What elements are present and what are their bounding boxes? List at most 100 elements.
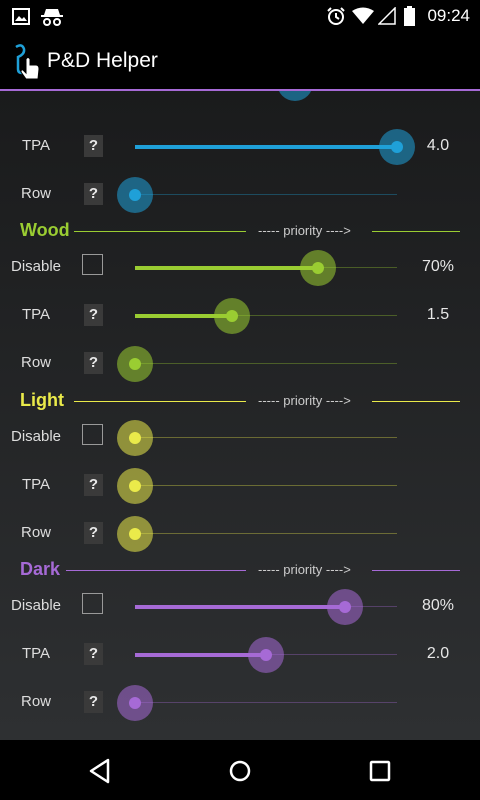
dark-disable-slider-thumb[interactable]	[338, 601, 351, 613]
setting-row-fire-tpa: TPA? 4.0	[0, 127, 480, 167]
section-divider-left	[66, 570, 246, 571]
priority-label-light: ----- priority ---->	[258, 393, 351, 408]
dark-tpa-label: TPA	[21, 645, 51, 662]
light-tpa-slider[interactable]	[117, 466, 397, 506]
section-divider-left	[74, 231, 246, 232]
setting-row-dark-row: Row?	[0, 683, 480, 723]
dark-tpa-help-button[interactable]: ?	[84, 643, 103, 665]
fire-tpa-help-button[interactable]: ?	[84, 135, 103, 157]
dark-disable-label: Disable	[10, 597, 62, 614]
section-title-dark: Dark	[20, 559, 61, 579]
light-disable-slider-thumb[interactable]	[129, 432, 141, 444]
section-divider-right	[372, 401, 460, 402]
app-title: P&D Helper	[47, 49, 158, 72]
priority-label-wood: ----- priority ---->	[258, 223, 351, 238]
light-tpa-slider-track	[135, 485, 397, 486]
setting-row-wood-row: Row?	[0, 344, 480, 384]
dark-tpa-slider[interactable]	[135, 635, 397, 675]
wood-disable-value: 70%	[421, 258, 455, 275]
fire-tpa-slider-thumb[interactable]	[391, 141, 403, 153]
section-header-dark: Dark ----- priority ---->	[0, 556, 480, 584]
light-tpa-label: TPA	[21, 476, 51, 493]
dark-disable-slider-fill	[135, 605, 345, 609]
dark-tpa-slider-fill	[135, 653, 266, 657]
section-title-wood: Wood	[20, 220, 70, 240]
home-icon[interactable]	[228, 758, 252, 784]
setting-row-light-disable: Disable	[0, 418, 480, 458]
wood-tpa-label: TPA	[21, 306, 51, 323]
fire-row-slider-track	[135, 194, 397, 195]
back-icon[interactable]	[88, 758, 112, 784]
dark-row-slider[interactable]	[117, 683, 397, 723]
wood-row-slider[interactable]	[117, 344, 397, 384]
wood-disable-slider-fill	[135, 266, 319, 270]
section-divider-right	[372, 231, 460, 232]
incognito-icon	[41, 9, 63, 26]
signal-icon	[378, 7, 396, 25]
action-bar: P&D Helper	[0, 33, 480, 89]
light-row-slider-track	[135, 533, 397, 534]
wood-tpa-help-button[interactable]: ?	[84, 304, 103, 326]
touch-hand-icon[interactable]	[12, 43, 42, 81]
setting-row-light-row: Row?	[0, 514, 480, 554]
wood-row-help-button[interactable]: ?	[84, 352, 103, 374]
dark-row-label: Row	[20, 693, 51, 710]
wood-disable-label: Disable	[10, 258, 62, 275]
dark-disable-checkbox[interactable]	[82, 593, 103, 614]
light-row-help-button[interactable]: ?	[84, 522, 103, 544]
wood-tpa-value: 1.5	[426, 306, 450, 323]
dark-tpa-value: 2.0	[426, 645, 450, 662]
setting-row-fire-row: Row?	[0, 175, 480, 215]
light-tpa-help-button[interactable]: ?	[84, 474, 103, 496]
light-disable-label: Disable	[10, 428, 62, 445]
setting-row-light-tpa: TPA?	[0, 466, 480, 506]
wood-disable-slider[interactable]	[135, 248, 397, 288]
light-row-slider[interactable]	[117, 514, 397, 554]
wood-row-slider-thumb[interactable]	[129, 358, 141, 370]
dark-row-slider-track	[135, 702, 397, 703]
navigation-bar	[0, 740, 480, 800]
fire-row-help-button[interactable]: ?	[84, 183, 103, 205]
fire-row-slider[interactable]	[117, 175, 397, 215]
fire-tpa-slider-fill	[135, 145, 397, 149]
section-header-wood: Wood ----- priority ---->	[0, 217, 480, 245]
light-disable-slider[interactable]	[117, 418, 397, 458]
dark-disable-slider[interactable]	[135, 587, 397, 627]
dark-tpa-slider-thumb[interactable]	[260, 649, 272, 661]
setting-row-dark-tpa: TPA? 2.0	[0, 635, 480, 675]
section-divider-right	[372, 570, 460, 571]
light-disable-slider-track	[135, 437, 397, 438]
wood-row-label: Row	[20, 354, 51, 371]
wood-disable-checkbox[interactable]	[82, 254, 103, 275]
light-row-label: Row	[20, 524, 51, 541]
dark-row-slider-thumb[interactable]	[129, 697, 141, 709]
light-disable-checkbox[interactable]	[82, 424, 103, 445]
setting-row-wood-tpa: TPA? 1.5	[0, 296, 480, 336]
battery-icon	[404, 6, 415, 26]
light-row-slider-thumb[interactable]	[129, 528, 141, 540]
alarm-icon	[327, 7, 345, 25]
wood-tpa-slider-thumb[interactable]	[225, 310, 238, 322]
fire-tpa-value: 4.0	[426, 137, 450, 154]
light-tpa-slider-thumb[interactable]	[129, 480, 141, 492]
fire-tpa-label: TPA	[21, 137, 51, 154]
status-time: 09:24	[427, 6, 470, 25]
setting-row-wood-disable: Disable 70%	[0, 248, 480, 288]
wifi-icon	[352, 7, 374, 24]
priority-label-dark: ----- priority ---->	[258, 562, 351, 577]
section-header-light: Light ----- priority ---->	[0, 387, 480, 415]
section-title-light: Light	[20, 390, 64, 410]
dark-row-help-button[interactable]: ?	[84, 691, 103, 713]
setting-row-dark-disable: Disable 80%	[0, 587, 480, 627]
fire-slider-thumb-peek	[277, 91, 313, 101]
status-bar: 09:24	[0, 0, 480, 33]
wood-tpa-slider[interactable]	[135, 296, 397, 336]
fire-tpa-slider[interactable]	[135, 127, 415, 167]
fire-row-slider-thumb[interactable]	[129, 189, 141, 201]
section-divider-left	[74, 401, 246, 402]
fire-row-label: Row	[20, 185, 51, 202]
wood-row-slider-track	[135, 363, 397, 364]
recents-icon[interactable]	[368, 758, 392, 784]
settings-scroll-area[interactable]: TPA? 4.0 Row? Wood ----- priority ----> Disab…	[0, 91, 480, 740]
dark-disable-value: 80%	[421, 597, 455, 614]
